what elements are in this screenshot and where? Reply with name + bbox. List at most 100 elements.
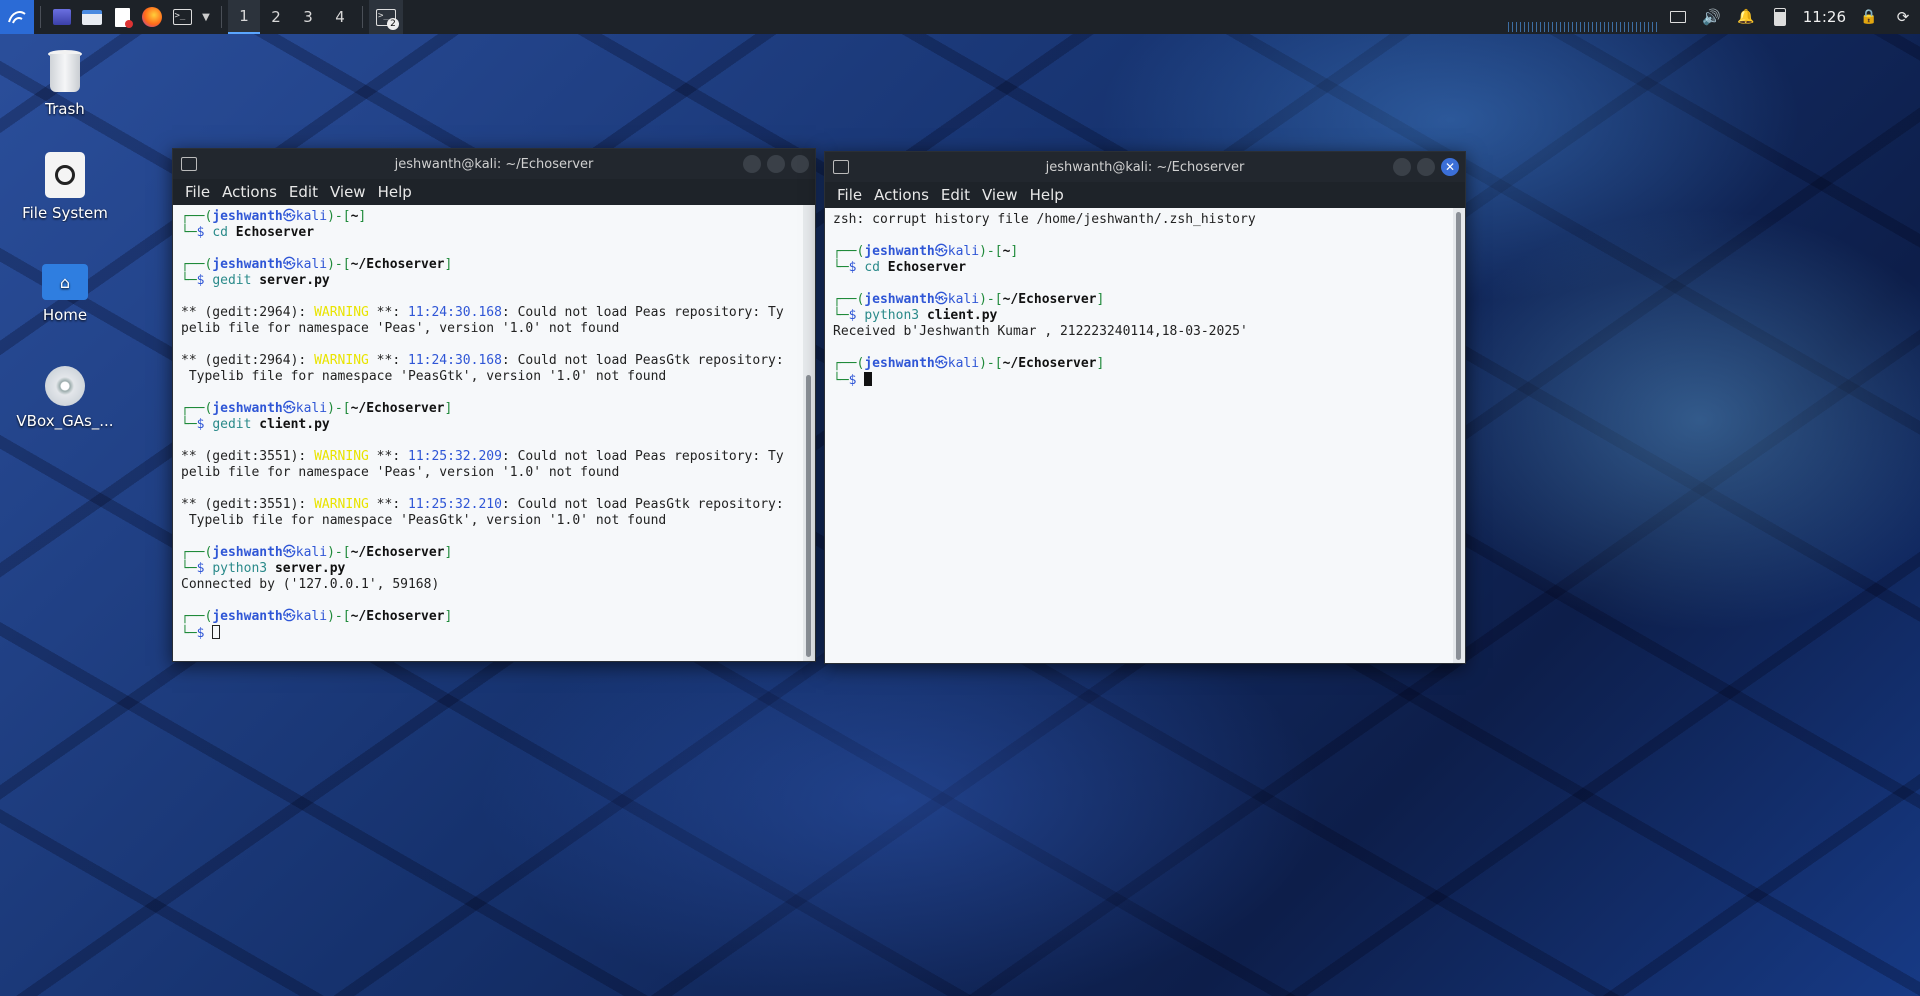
chevron-down-icon[interactable]: ▼ (197, 0, 215, 34)
prompt-decor: )-[ (327, 609, 351, 624)
file-manager-icon[interactable] (77, 0, 107, 34)
task-count-badge: 2 (387, 18, 399, 30)
desktop-item-file-system[interactable]: File System (14, 152, 116, 222)
command-space (919, 308, 927, 323)
warning-timestamp: 11:25:32.210 (408, 497, 502, 512)
terminal-window-right[interactable]: jeshwanth@kali: ~/Echoserver ✕ File Acti… (824, 151, 1466, 664)
prompt-decor: ] (1010, 244, 1019, 259)
warning-message: : Could not load PeasGtk repository: (501, 497, 784, 512)
command-name: python3 (212, 561, 268, 576)
warning-mid: **: (368, 353, 408, 368)
menu-edit[interactable]: Edit (935, 186, 976, 204)
desktop-item-trash[interactable]: Trash (14, 46, 116, 118)
prompt-symbol: $ (848, 260, 865, 275)
battery-icon[interactable] (1763, 0, 1797, 34)
prompt-user: jeshwanth (212, 257, 283, 272)
menu-file[interactable]: File (179, 183, 216, 201)
maximize-button[interactable] (767, 155, 785, 173)
prompt-path: ~/Echoserver (350, 401, 445, 416)
command-name: gedit (212, 417, 252, 432)
command-space (228, 225, 236, 240)
terminal-line: ┌──(jeshwanth㉿kali)-[~] (833, 244, 1453, 260)
prompt-at-icon: ㉿ (282, 545, 296, 560)
prompt-decor: ] (444, 609, 453, 624)
prompt-user: jeshwanth (212, 401, 283, 416)
prompt-user: jeshwanth (864, 292, 935, 307)
menu-help[interactable]: Help (1024, 186, 1070, 204)
terminal-icon[interactable]: >_ (167, 0, 197, 34)
command-arg: client.py (926, 308, 998, 323)
scrollbar[interactable] (1453, 208, 1465, 663)
workspace-4[interactable]: 4 (324, 0, 356, 34)
prompt-host: kali (947, 356, 980, 371)
terminal-window-left[interactable]: jeshwanth@kali: ~/Echoserver File Action… (172, 148, 816, 662)
workspace-2[interactable]: 2 (260, 0, 292, 34)
menu-help[interactable]: Help (372, 183, 418, 201)
workspace-1[interactable]: 1 (228, 0, 260, 34)
warning-label: WARNING (314, 497, 369, 512)
maximize-button[interactable] (1417, 158, 1435, 176)
close-button[interactable] (791, 155, 809, 173)
menu-view[interactable]: View (324, 183, 372, 201)
prompt-path: ~/Echoserver (350, 545, 445, 560)
clock[interactable]: 11:26 (1797, 8, 1852, 26)
warning-timestamp: 11:25:32.209 (408, 449, 502, 464)
minimize-button[interactable] (743, 155, 761, 173)
workspace-3[interactable]: 3 (292, 0, 324, 34)
desktop-item-vbox[interactable]: VBox_GAs_... (14, 366, 116, 430)
volume-icon[interactable]: 🔊 (1695, 0, 1729, 34)
close-icon: ✕ (1444, 160, 1456, 174)
output-text: zsh: corrupt history file /home/jeshwant… (833, 212, 1256, 227)
terminal-output[interactable]: zsh: corrupt history file /home/jeshwant… (825, 208, 1453, 663)
display-icon[interactable] (1661, 0, 1695, 34)
menu-actions[interactable]: Actions (216, 183, 283, 201)
scrollbar-thumb[interactable] (806, 375, 811, 657)
firefox-icon[interactable] (137, 0, 167, 34)
warning-message: : Could not load Peas repository: Ty (501, 305, 784, 320)
output-text: Connected by ('127.0.0.1', 59168) (181, 577, 440, 592)
title-bar[interactable]: jeshwanth@kali: ~/Echoserver (173, 149, 815, 179)
kali-menu-icon[interactable] (0, 0, 34, 34)
taskbar-terminal-button[interactable]: >_ 2 (369, 0, 403, 34)
window-title: jeshwanth@kali: ~/Echoserver (1045, 159, 1245, 175)
prompt-decor: ] (1096, 356, 1105, 371)
prompt-host: kali (295, 209, 328, 224)
terminal-line: └─$ (181, 625, 803, 641)
prompt-decor: ] (444, 401, 453, 416)
terminal-line: └─$ cd Echoserver (181, 225, 803, 241)
workspace-switcher: 1234 (228, 0, 356, 34)
prompt-decor: ┌──( (833, 292, 865, 307)
prompt-symbol: $ (848, 308, 865, 323)
prompt-at-icon: ㉿ (282, 609, 296, 624)
terminal-line: Typelib file for namespace 'PeasGtk', ve… (181, 369, 803, 385)
hard-drive-icon (45, 152, 85, 198)
power-icon[interactable]: ⟳ (1886, 0, 1920, 34)
notification-bell-icon[interactable]: 🔔 (1729, 0, 1763, 34)
prompt-user: jeshwanth (212, 209, 283, 224)
command-space (880, 260, 888, 275)
desktop-icon[interactable] (47, 0, 77, 34)
prompt-symbol: $ (848, 373, 865, 388)
desktop-item-home[interactable]: ⌂ Home (14, 264, 116, 324)
menu-file[interactable]: File (831, 186, 868, 204)
lock-screen-icon[interactable]: 🔒 (1852, 0, 1886, 34)
command-space (267, 561, 275, 576)
menu-view[interactable]: View (976, 186, 1024, 204)
prompt-at-icon: ㉿ (282, 209, 296, 224)
trash-icon (46, 46, 84, 94)
terminal-output[interactable]: ┌──(jeshwanth㉿kali)-[~] └─$ cd Echoserver… (173, 205, 803, 661)
close-button[interactable]: ✕ (1441, 158, 1459, 176)
scrollbar[interactable] (803, 205, 815, 661)
warning-label: WARNING (314, 353, 369, 368)
terminal-line: ┌──(jeshwanth㉿kali)-[~/Echoserver] (181, 545, 803, 561)
title-bar[interactable]: jeshwanth@kali: ~/Echoserver ✕ (825, 152, 1465, 182)
text-editor-icon[interactable] (107, 0, 137, 34)
terminal-line: pelib file for namespace 'Peas', version… (181, 321, 803, 337)
menu-edit[interactable]: Edit (283, 183, 324, 201)
minimize-button[interactable] (1393, 158, 1411, 176)
menu-actions[interactable]: Actions (868, 186, 935, 204)
prompt-host: kali (295, 609, 328, 624)
scrollbar-thumb[interactable] (1456, 212, 1461, 660)
